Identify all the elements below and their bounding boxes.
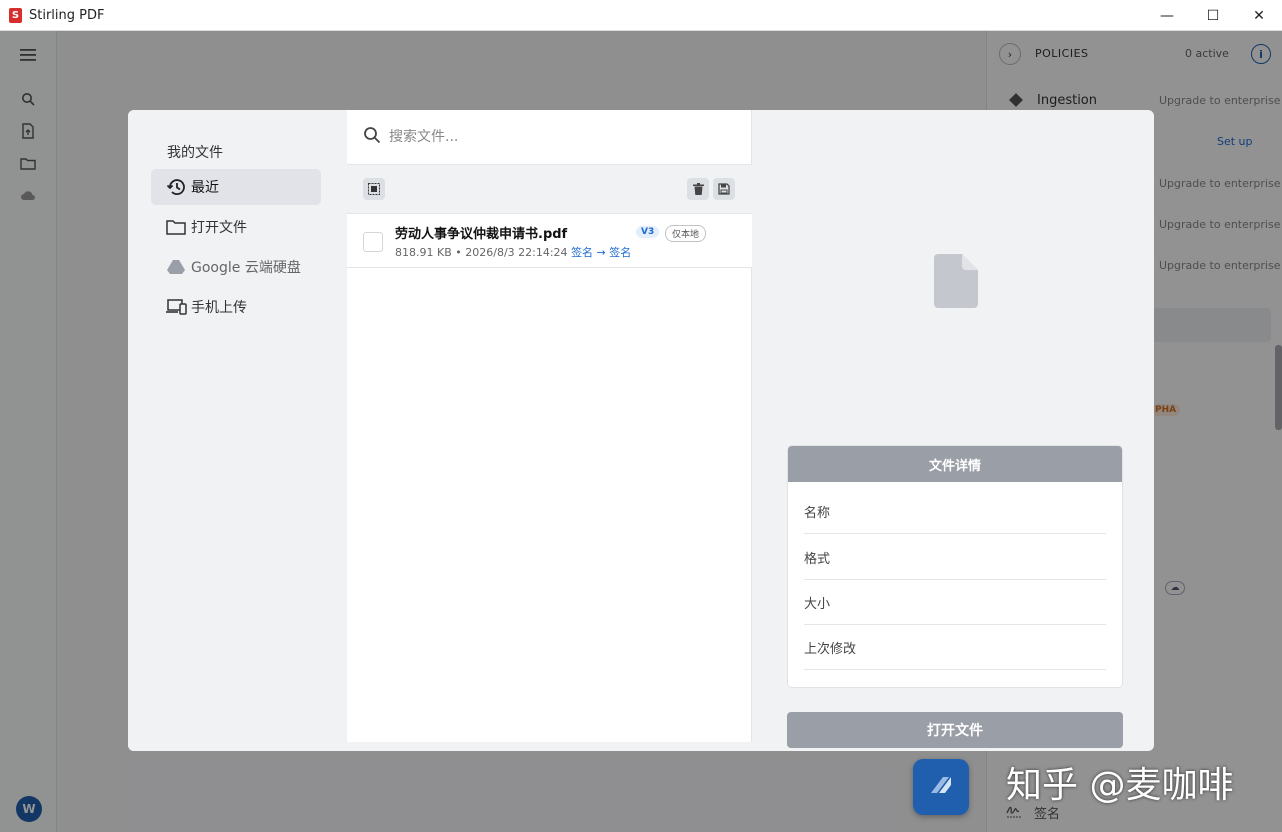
meta-separator: • [455, 246, 466, 259]
file-manager-modal: 我的文件 最近 打开文件 Google 云端硬盘 手机上传 搜索文件... 劳动… [128, 110, 1154, 751]
search-icon [363, 126, 381, 148]
history-icon [165, 176, 187, 198]
detail-name-row: 名称 [804, 489, 1106, 534]
nav-open-file[interactable]: 打开文件 [151, 209, 321, 245]
google-drive-icon [165, 256, 187, 278]
file-name: 劳动人事争议仲裁申请书.pdf [395, 227, 568, 242]
minimize-button[interactable]: — [1144, 0, 1190, 31]
window-controls: — ☐ ✕ [1144, 0, 1282, 31]
file-toolbar [347, 165, 752, 214]
file-date: 2026/8/3 22:14:24 [465, 246, 568, 259]
file-preview-icon [934, 254, 978, 308]
app-logo: S [9, 7, 22, 23]
nav-open-file-label: 打开文件 [191, 220, 247, 236]
nav-google-drive-label: Google 云端硬盘 [191, 260, 301, 276]
save-button[interactable] [713, 178, 735, 200]
action-fab[interactable] [913, 759, 969, 815]
app-title: Stirling PDF [29, 7, 105, 23]
modal-sidebar: 我的文件 最近 打开文件 Google 云端硬盘 手机上传 [128, 110, 347, 751]
file-checkbox[interactable] [363, 232, 383, 252]
file-history[interactable]: 签名 → 签名 [571, 246, 631, 259]
delete-button[interactable] [687, 178, 709, 200]
detail-size-row: 大小 [804, 580, 1106, 625]
close-window-button[interactable]: ✕ [1236, 0, 1282, 31]
version-badge: V3 [636, 226, 660, 238]
file-details-title: 文件详情 [788, 446, 1122, 482]
my-files-title: 我的文件 [167, 145, 223, 161]
local-only-badge: 仅本地 [665, 225, 707, 242]
stirling-logo-icon [927, 771, 955, 803]
nav-google-drive[interactable]: Google 云端硬盘 [151, 249, 321, 285]
nav-recent[interactable]: 最近 [151, 169, 321, 205]
nav-mobile-upload[interactable]: 手机上传 [151, 289, 321, 325]
detail-modified-row: 上次修改 [804, 625, 1106, 670]
search-input[interactable] [389, 129, 729, 145]
file-list-panel: 劳动人事争议仲裁申请书.pdf V3 仅本地 818.91 KB • 2026/… [347, 110, 752, 742]
detail-format-row: 格式 [804, 535, 1106, 580]
watermark-text: 知乎 @麦咖啡 [1006, 765, 1234, 806]
maximize-button[interactable]: ☐ [1190, 0, 1236, 31]
window-titlebar: S Stirling PDF — ☐ ✕ [0, 0, 1282, 31]
open-file-button[interactable]: 打开文件 [787, 712, 1123, 748]
trash-icon [692, 180, 704, 199]
file-size: 818.91 KB [395, 246, 452, 259]
file-details-card: 文件详情 名称 格式 大小 上次修改 [787, 445, 1123, 688]
save-icon [718, 180, 730, 199]
file-meta: 818.91 KB • 2026/8/3 22:14:24 签名 → 签名 [395, 244, 631, 260]
nav-mobile-upload-label: 手机上传 [191, 300, 247, 316]
search-bar [347, 110, 752, 165]
file-row[interactable]: 劳动人事争议仲裁申请书.pdf V3 仅本地 818.91 KB • 2026/… [347, 214, 752, 268]
select-all-button[interactable] [363, 178, 385, 200]
devices-icon [165, 296, 187, 318]
folder-icon [165, 216, 187, 238]
nav-recent-label: 最近 [191, 180, 219, 196]
